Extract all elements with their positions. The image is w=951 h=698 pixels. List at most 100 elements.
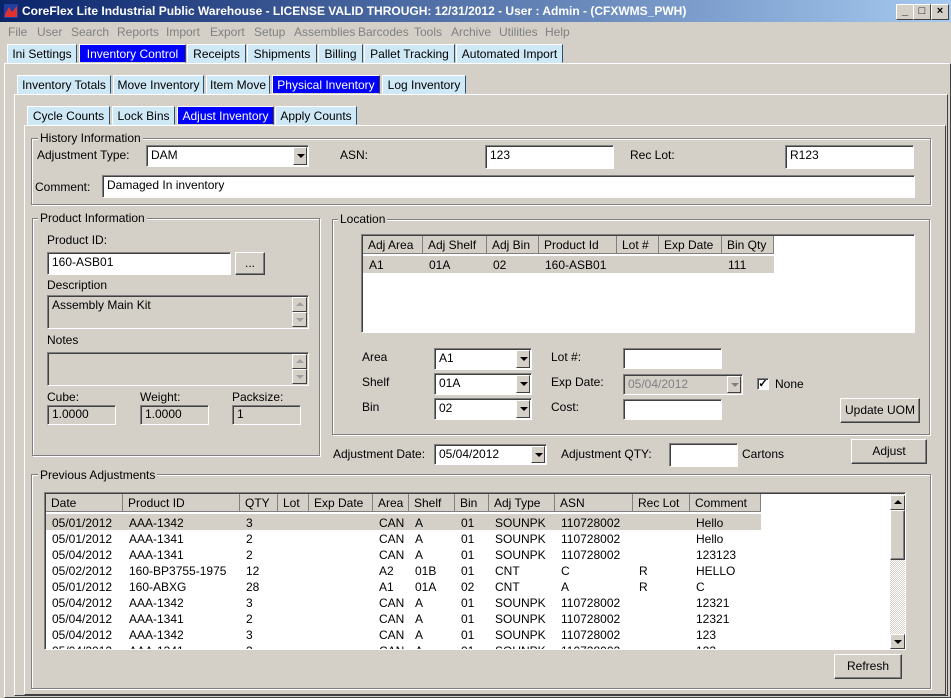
prev-cell: 160-BP3755-1975 [129,564,227,578]
prev-cell: 01 [461,532,475,546]
prev-scroll-up-icon[interactable] [890,495,905,510]
prev-cell: A [409,643,423,649]
refresh-button[interactable]: Refresh [834,654,902,679]
tab-log-inventory[interactable]: Log Inventory [382,75,466,94]
location-col-lot[interactable]: Lot # [617,236,659,254]
tab-ini-settings[interactable]: Ini Settings [7,44,77,63]
notes-scroll-down-icon[interactable] [292,369,307,384]
menu-help[interactable]: Help [545,25,570,39]
prev-col-product-id[interactable]: Product ID [123,494,240,512]
notes-scroll-up-icon[interactable] [292,354,307,369]
menu-tools[interactable]: Tools [414,25,442,39]
prev-col-shelf[interactable]: Shelf [409,494,455,512]
tab-item-move[interactable]: Item Move [206,75,270,94]
prev-col-rec-lot[interactable]: Rec Lot [633,494,690,512]
tab-lock-bins[interactable]: Lock Bins [112,106,175,125]
location-col-adj-area[interactable]: Adj Area [363,236,423,254]
prev-scrollbar-thumb[interactable] [890,510,905,560]
prev-col-exp-date[interactable]: Exp Date [309,494,373,512]
description-textarea[interactable]: Assembly Main Kit [47,295,309,329]
location-col-bin-qty[interactable]: Bin Qty [722,236,774,254]
asn-input[interactable]: 123 [485,145,614,169]
previous-grid[interactable]: Date Product ID QTY Lot Exp Date Area Sh… [44,492,906,650]
chevron-down-icon[interactable] [516,350,530,368]
lot-input[interactable] [623,348,722,369]
title-bar[interactable]: CoreFlex Lite Industrial Public Warehous… [0,0,951,22]
adjust-button[interactable]: Adjust [851,439,927,464]
menu-export[interactable]: Export [210,25,245,39]
area-select[interactable]: A1 [434,348,532,370]
product-browse-button[interactable]: ... [235,252,265,275]
location-col-adj-bin[interactable]: Adj Bin [487,236,539,254]
notes-textarea[interactable] [47,352,309,386]
adjustment-date-picker[interactable]: 05/04/2012 [434,444,547,465]
none-checkbox[interactable]: ✓ [757,378,769,390]
area-value: A1 [439,351,454,365]
prev-col-asn[interactable]: ASN [555,494,633,512]
rec-lot-input[interactable]: R123 [785,145,914,169]
cost-input[interactable] [623,399,722,420]
adjustment-qty-input[interactable] [669,443,738,467]
chevron-down-icon[interactable] [516,375,530,393]
tab-shipments[interactable]: Shipments [247,44,317,63]
update-uom-button[interactable]: Update UOM [840,398,920,423]
tab-inventory-totals[interactable]: Inventory Totals [17,75,111,94]
shelf-select[interactable]: 01A [434,373,532,395]
tab-adjust-inventory[interactable]: Adjust Inventory [177,106,274,125]
product-id-input[interactable]: 160-ASB01 [47,252,231,275]
prev-scroll-down-icon[interactable] [890,634,905,649]
menu-barcodes[interactable]: Barcodes [358,25,409,39]
maximize-button[interactable]: □ [913,4,931,20]
adjustment-qty-label: Adjustment QTY: [561,447,652,461]
location-col-adj-shelf[interactable]: Adj Shelf [423,236,487,254]
tab-inventory-control[interactable]: Inventory Control [79,44,186,63]
prev-cell: CAN [379,532,405,546]
tab-pallet-tracking[interactable]: Pallet Tracking [364,44,455,63]
bin-select[interactable]: 02 [434,398,532,420]
menu-file[interactable]: File [8,25,27,39]
menu-user[interactable]: User [37,25,62,39]
prev-col-lot[interactable]: Lot [278,494,309,512]
prev-cell [278,595,284,611]
prev-cell [633,515,639,531]
tab-receipts[interactable]: Receipts [187,44,246,63]
menu-assemblies[interactable]: Assemblies [294,25,355,39]
tab-physical-inventory[interactable]: Physical Inventory [272,75,380,94]
description-scroll-up-icon[interactable] [292,297,307,312]
prev-col-date[interactable]: Date [46,494,123,512]
prev-col-area[interactable]: Area [373,494,409,512]
chevron-down-icon[interactable] [531,446,545,463]
chevron-down-icon[interactable] [516,400,530,418]
comment-input[interactable]: Damaged In inventory [102,175,915,198]
location-col-product-id[interactable]: Product Id [539,236,617,254]
location-grid[interactable]: Adj Area Adj Shelf Adj Bin Product Id Lo… [361,234,915,333]
location-col-exp-date[interactable]: Exp Date [659,236,722,254]
prev-col-adj-type[interactable]: Adj Type [489,494,555,512]
menu-import[interactable]: Import [166,25,200,39]
prev-cell: 3 [246,516,253,530]
menu-search[interactable]: Search [71,25,109,39]
minimize-button[interactable]: _ [896,4,914,20]
close-button[interactable]: × [931,4,949,20]
lot-label: Lot #: [551,350,582,364]
tab-automated-import[interactable]: Automated Import [456,44,563,63]
prev-cell: 123 [696,628,717,642]
chevron-down-icon[interactable] [727,376,741,393]
chevron-down-icon[interactable] [293,147,307,165]
description-scroll-down-icon[interactable] [292,312,307,327]
menu-archive[interactable]: Archive [451,25,491,39]
tab-cycle-counts[interactable]: Cycle Counts [27,106,110,125]
menu-setup[interactable]: Setup [254,25,285,39]
prev-col-qty[interactable]: QTY [240,494,278,512]
adjustment-type-select[interactable]: DAM [146,145,309,167]
menu-utilities[interactable]: Utilities [499,25,538,39]
area-label: Area [362,350,388,364]
prev-col-comment[interactable]: Comment [690,494,761,512]
exp-date-picker[interactable]: 05/04/2012 [623,374,743,395]
prev-col-bin[interactable]: Bin [455,494,489,512]
tab-move-inventory[interactable]: Move Inventory [113,75,204,94]
tab-apply-counts[interactable]: Apply Counts [275,106,357,125]
menu-reports[interactable]: Reports [117,25,159,39]
tab-billing[interactable]: Billing [318,44,363,63]
location-cell: A1 [369,258,384,272]
